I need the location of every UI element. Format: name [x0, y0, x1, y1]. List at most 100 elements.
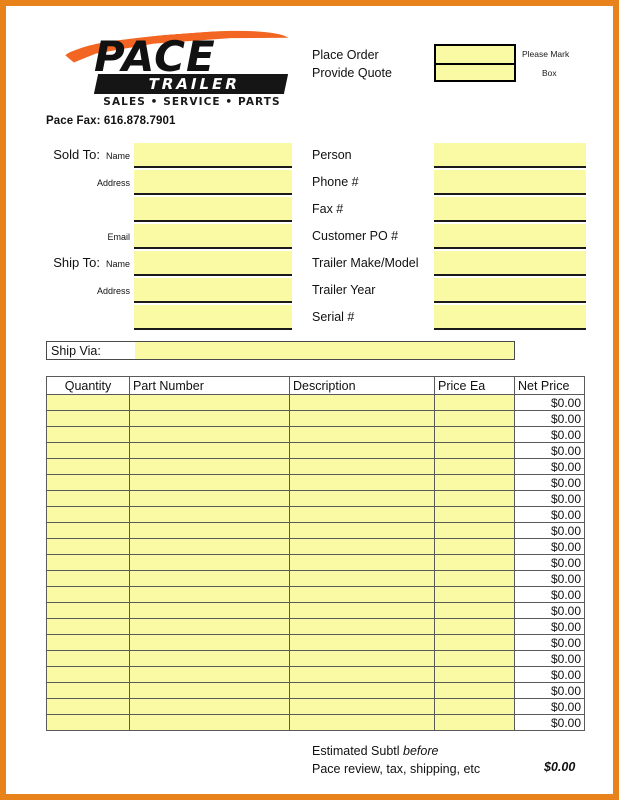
cell-description[interactable] [289, 458, 435, 475]
cell-quantity[interactable] [46, 714, 130, 731]
line-items-body: $0.00 $0.00 $0.00 $0.00 $0.00 $0.00 $0.00 $0.00… [46, 394, 585, 731]
input-right-2[interactable] [434, 197, 586, 222]
cell-quantity[interactable] [46, 426, 130, 443]
cell-price-ea[interactable] [434, 586, 515, 603]
cell-price-ea[interactable] [434, 410, 515, 427]
cell-part-number[interactable] [129, 698, 290, 715]
cell-price-ea[interactable] [434, 394, 515, 411]
cell-part-number[interactable] [129, 474, 290, 491]
cell-description[interactable] [289, 554, 435, 571]
cell-quantity[interactable] [46, 666, 130, 683]
cell-price-ea[interactable] [434, 634, 515, 651]
input-left-5[interactable] [134, 278, 292, 303]
cell-quantity[interactable] [46, 650, 130, 667]
cell-price-ea[interactable] [434, 666, 515, 683]
cell-quantity[interactable] [46, 458, 130, 475]
cell-part-number[interactable] [129, 506, 290, 523]
cell-description[interactable] [289, 538, 435, 555]
cell-price-ea[interactable] [434, 650, 515, 667]
cell-quantity[interactable] [46, 474, 130, 491]
cell-part-number[interactable] [129, 586, 290, 603]
cell-description[interactable] [289, 698, 435, 715]
cell-part-number[interactable] [129, 570, 290, 587]
cell-part-number[interactable] [129, 490, 290, 507]
cell-quantity[interactable] [46, 506, 130, 523]
cell-price-ea[interactable] [434, 714, 515, 731]
cell-price-ea[interactable] [434, 426, 515, 443]
cell-description[interactable] [289, 570, 435, 587]
input-right-4[interactable] [434, 251, 586, 276]
cell-description[interactable] [289, 506, 435, 523]
cell-part-number[interactable] [129, 442, 290, 459]
cell-price-ea[interactable] [434, 698, 515, 715]
cell-price-ea[interactable] [434, 458, 515, 475]
cell-quantity[interactable] [46, 570, 130, 587]
input-right-3[interactable] [434, 224, 586, 249]
input-right-5[interactable] [434, 278, 586, 303]
cell-description[interactable] [289, 586, 435, 603]
cell-description[interactable] [289, 410, 435, 427]
cell-quantity[interactable] [46, 522, 130, 539]
cell-description[interactable] [289, 490, 435, 507]
cell-quantity[interactable] [46, 410, 130, 427]
input-left-3[interactable] [134, 224, 292, 249]
cell-part-number[interactable] [129, 602, 290, 619]
cell-part-number[interactable] [129, 394, 290, 411]
cell-price-ea[interactable] [434, 570, 515, 587]
input-left-2[interactable] [134, 197, 292, 222]
cell-part-number[interactable] [129, 650, 290, 667]
cell-description[interactable] [289, 618, 435, 635]
cell-part-number[interactable] [129, 522, 290, 539]
cell-description[interactable] [289, 442, 435, 459]
cell-quantity[interactable] [46, 442, 130, 459]
input-left-6[interactable] [134, 305, 292, 330]
input-left-1[interactable] [134, 170, 292, 195]
cell-quantity[interactable] [46, 554, 130, 571]
cell-price-ea[interactable] [434, 506, 515, 523]
cell-part-number[interactable] [129, 554, 290, 571]
ship-via-field[interactable]: Ship Via: [46, 341, 515, 360]
cell-description[interactable] [289, 394, 435, 411]
cell-quantity[interactable] [46, 538, 130, 555]
cell-description[interactable] [289, 666, 435, 683]
input-right-6[interactable] [434, 305, 586, 330]
cell-part-number[interactable] [129, 426, 290, 443]
input-right-0[interactable] [434, 143, 586, 168]
cell-price-ea[interactable] [434, 618, 515, 635]
cell-part-number[interactable] [129, 618, 290, 635]
cell-quantity[interactable] [46, 586, 130, 603]
cell-description[interactable] [289, 522, 435, 539]
cell-quantity[interactable] [46, 618, 130, 635]
cell-price-ea[interactable] [434, 538, 515, 555]
cell-description[interactable] [289, 682, 435, 699]
cell-price-ea[interactable] [434, 682, 515, 699]
cell-price-ea[interactable] [434, 602, 515, 619]
cell-price-ea[interactable] [434, 442, 515, 459]
cell-price-ea[interactable] [434, 490, 515, 507]
cell-part-number[interactable] [129, 682, 290, 699]
cell-description[interactable] [289, 634, 435, 651]
cell-price-ea[interactable] [434, 522, 515, 539]
cell-quantity[interactable] [46, 634, 130, 651]
input-right-1[interactable] [434, 170, 586, 195]
cell-price-ea[interactable] [434, 474, 515, 491]
cell-part-number[interactable] [129, 538, 290, 555]
cell-part-number[interactable] [129, 634, 290, 651]
input-left-0[interactable] [134, 143, 292, 168]
cell-description[interactable] [289, 426, 435, 443]
cell-quantity[interactable] [46, 394, 130, 411]
cell-quantity[interactable] [46, 682, 130, 699]
cell-description[interactable] [289, 474, 435, 491]
cell-description[interactable] [289, 650, 435, 667]
cell-price-ea[interactable] [434, 554, 515, 571]
cell-part-number[interactable] [129, 666, 290, 683]
cell-quantity[interactable] [46, 602, 130, 619]
cell-description[interactable] [289, 602, 435, 619]
cell-description[interactable] [289, 714, 435, 731]
cell-part-number[interactable] [129, 714, 290, 731]
cell-part-number[interactable] [129, 410, 290, 427]
cell-quantity[interactable] [46, 490, 130, 507]
cell-part-number[interactable] [129, 458, 290, 475]
input-left-4[interactable] [134, 251, 292, 276]
cell-quantity[interactable] [46, 698, 130, 715]
